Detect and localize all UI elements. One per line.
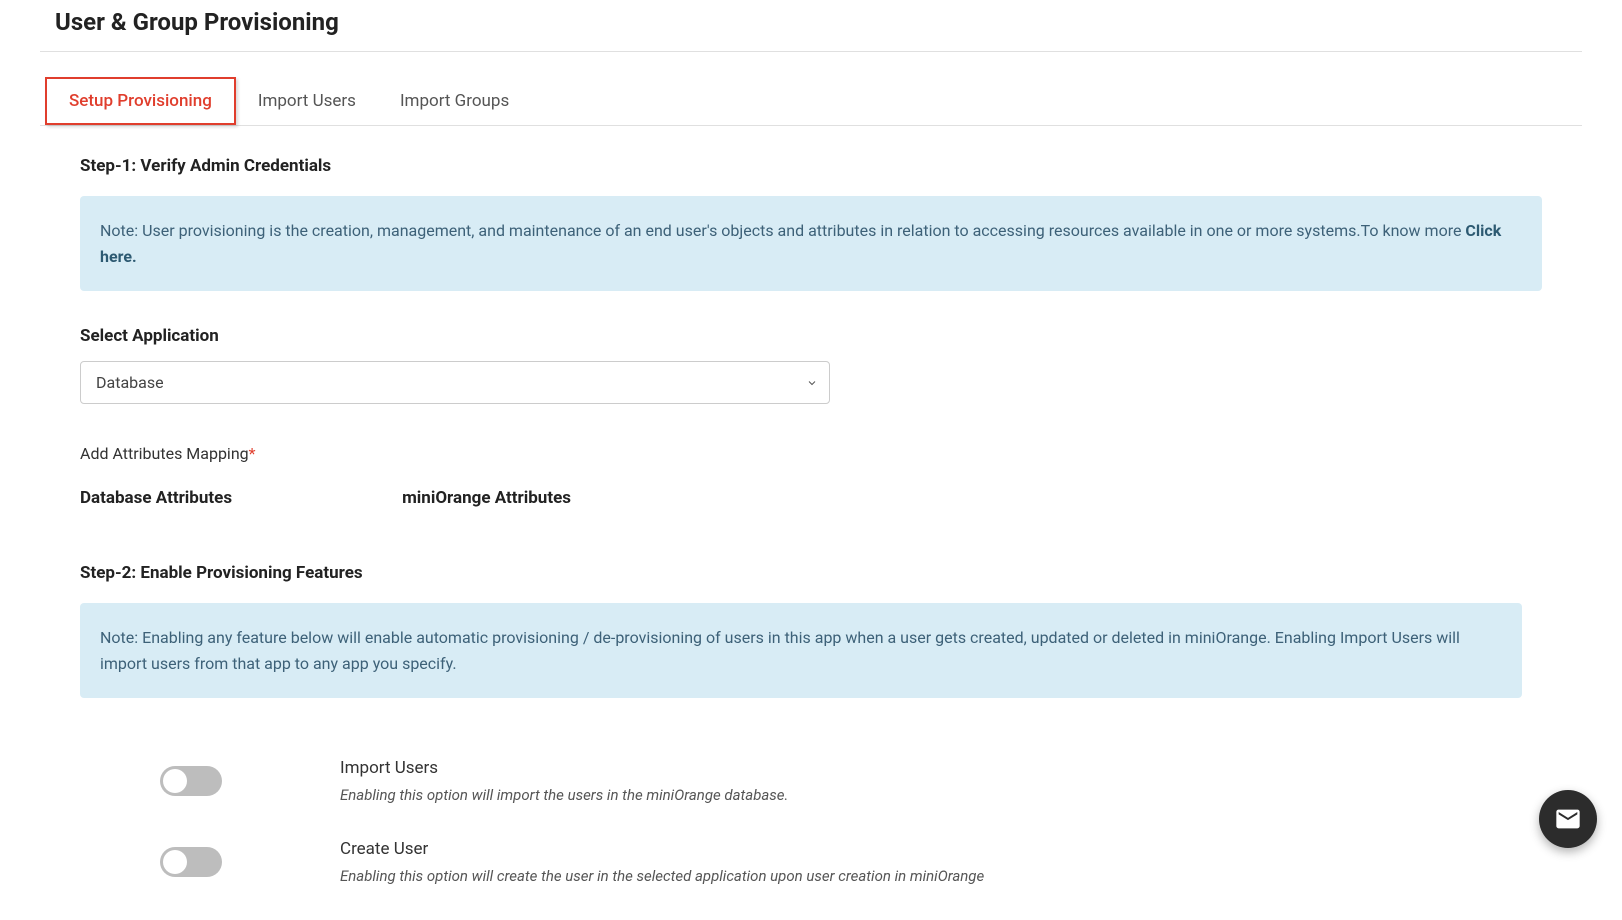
select-application-section: Select Application Database <box>80 326 1542 404</box>
tab-import-users[interactable]: Import Users <box>236 77 378 125</box>
step-2-note: Note: Enabling any feature below will en… <box>80 603 1522 698</box>
feature-row-create-user: Create User Enabling this option will cr… <box>160 839 1542 885</box>
step-1-title: Step-1: Verify Admin Credentials <box>80 156 1542 176</box>
features-list: Import Users Enabling this option will i… <box>80 758 1542 885</box>
toggle-knob <box>163 769 187 793</box>
required-star-icon: * <box>249 444 256 463</box>
feature-text-create-user: Create User Enabling this option will cr… <box>340 839 1542 885</box>
select-application-wrapper: Database <box>80 361 830 404</box>
chat-button[interactable] <box>1539 790 1597 848</box>
attributes-mapping-label: Add Attributes Mapping* <box>80 444 1542 463</box>
feature-title-import-users: Import Users <box>340 758 1542 778</box>
attributes-columns: Database Attributes miniOrange Attribute… <box>80 488 1542 508</box>
content-area: Step-1: Verify Admin Credentials Note: U… <box>40 126 1582 885</box>
feature-title-create-user: Create User <box>340 839 1542 859</box>
feature-desc-import-users: Enabling this option will import the use… <box>340 786 1542 804</box>
database-attributes-header: Database Attributes <box>80 488 232 508</box>
feature-row-import-users: Import Users Enabling this option will i… <box>160 758 1542 804</box>
miniorange-attributes-header: miniOrange Attributes <box>402 488 571 508</box>
feature-desc-create-user: Enabling this option will create the use… <box>340 867 1542 885</box>
tabs-container: Setup Provisioning Import Users Import G… <box>40 77 1582 126</box>
page-title: User & Group Provisioning <box>40 0 1582 52</box>
mail-icon <box>1554 805 1582 833</box>
select-application-dropdown[interactable]: Database <box>80 361 830 404</box>
toggle-wrapper-import-users <box>160 758 340 796</box>
toggle-wrapper-create-user <box>160 839 340 877</box>
step-1-note-text: Note: User provisioning is the creation,… <box>100 221 1465 240</box>
feature-text-import-users: Import Users Enabling this option will i… <box>340 758 1542 804</box>
tab-setup-provisioning[interactable]: Setup Provisioning <box>45 77 236 125</box>
attributes-mapping-text: Add Attributes Mapping <box>80 444 249 463</box>
toggle-knob <box>163 850 187 874</box>
step-1-note: Note: User provisioning is the creation,… <box>80 196 1542 291</box>
step-2-note-text: Note: Enabling any feature below will en… <box>100 628 1460 673</box>
step-2-title: Step-2: Enable Provisioning Features <box>80 563 1542 583</box>
toggle-import-users[interactable] <box>160 766 222 796</box>
tab-import-groups[interactable]: Import Groups <box>378 77 531 125</box>
select-application-label: Select Application <box>80 326 1542 346</box>
